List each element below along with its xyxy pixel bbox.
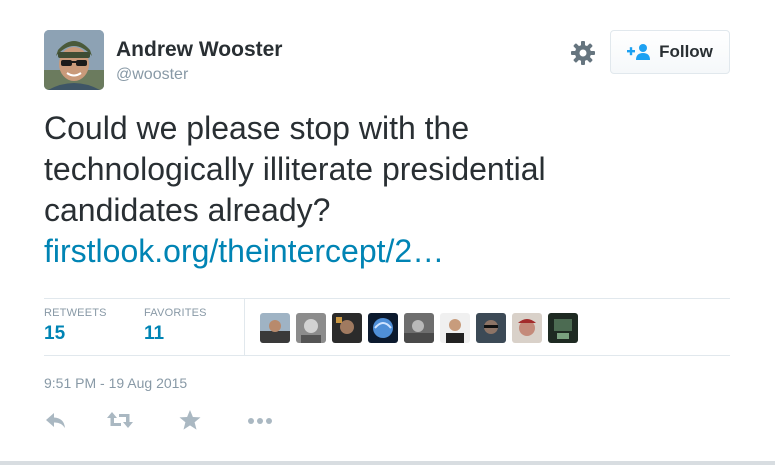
favorites-label: FAVORITES [144,307,207,319]
favoriter-avatar-8[interactable] [512,313,542,343]
tweet-timestamp[interactable]: 9:51 PM - 19 Aug 2015 [44,375,187,391]
follow-button[interactable]: Follow [610,30,730,74]
favorites-stat[interactable]: FAVORITES 11 [144,307,207,345]
favoriter-avatar-6[interactable] [440,313,470,343]
gear-icon[interactable] [570,40,596,66]
tweet-link[interactable]: firstlook.org/theintercept/2… [44,231,744,272]
card-bottom-border [0,461,775,465]
author-avatar[interactable] [44,30,104,90]
follow-button-label: Follow [659,42,713,61]
favoriter-avatars [260,313,578,343]
favoriter-avatar-7[interactable] [476,313,506,343]
tweet-text-line: candidates already? [44,192,331,228]
favoriter-avatar-9[interactable] [548,313,578,343]
favoriter-avatar-5[interactable] [404,313,434,343]
more-icon[interactable] [246,408,274,434]
retweets-count: 15 [44,323,66,344]
author-name[interactable]: Andrew Wooster [116,38,282,62]
author-handle[interactable]: @wooster [116,66,188,84]
star-icon[interactable] [178,408,206,434]
user-avatar-icon [44,30,104,90]
favoriter-avatar-3[interactable] [332,313,362,343]
favoriter-avatar-2[interactable] [296,313,326,343]
favorites-count: 11 [144,323,165,344]
favoriter-avatar-1[interactable] [260,313,290,343]
tweet-text-line: technologically illiterate presidential [44,151,546,187]
retweet-icon[interactable] [106,408,134,434]
tweet-stats: RETWEETS 15 FAVORITES 11 [44,298,730,356]
tweet-text-line: Could we please stop with the [44,110,470,146]
add-user-icon [627,44,651,60]
tweet-card: Andrew Wooster @wooster Follow Could we … [0,0,775,465]
stats-divider [244,299,245,355]
retweets-stat[interactable]: RETWEETS 15 [44,307,107,345]
retweets-label: RETWEETS [44,307,107,319]
tweet-text: Could we please stop with the technologi… [44,108,744,272]
favoriter-avatar-4[interactable] [368,313,398,343]
reply-icon[interactable] [44,408,72,434]
